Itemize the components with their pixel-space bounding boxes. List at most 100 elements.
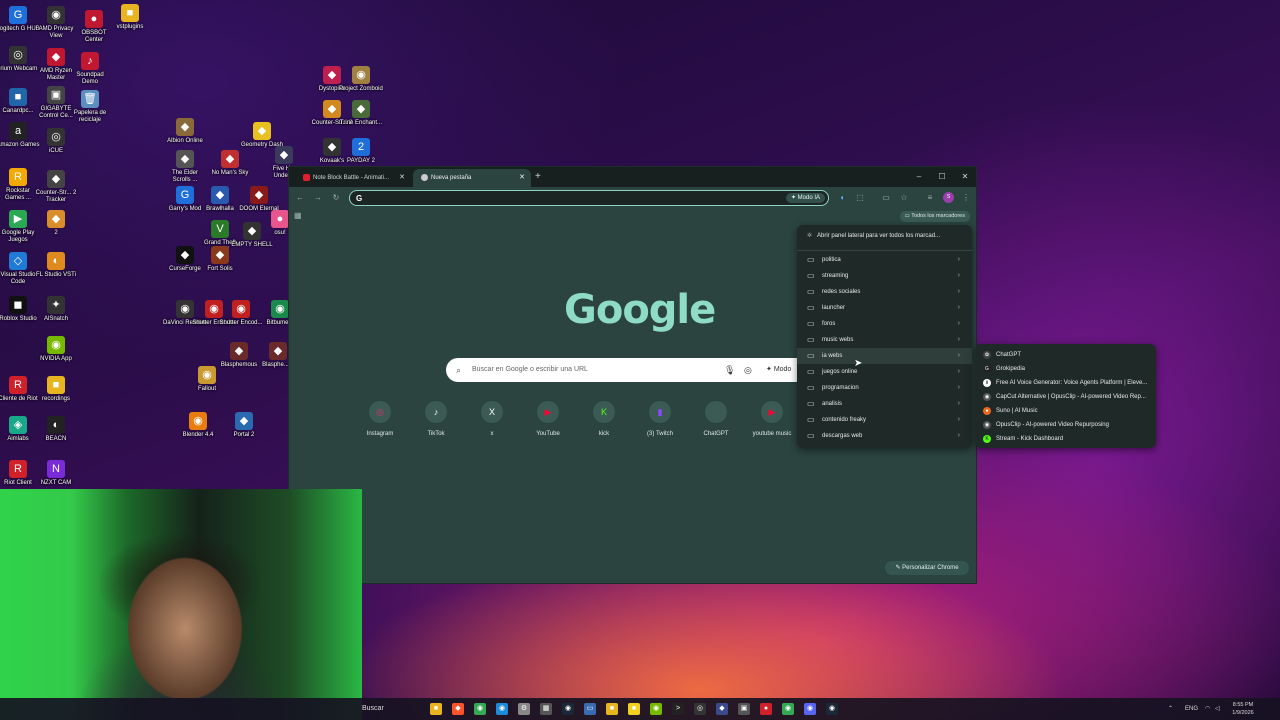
app-icon[interactable]: ▣ [738, 703, 750, 715]
cast-icon[interactable]: ▭ [879, 191, 893, 205]
screen-icon[interactable]: ▭ [584, 703, 596, 715]
bookmark-star-icon[interactable]: ☆ [897, 191, 911, 205]
shortcut-kick[interactable]: Kkick [576, 401, 632, 437]
minimize-icon[interactable]: – [911, 170, 927, 184]
tray-language[interactable]: ENG [1185, 698, 1198, 720]
apps-grid-icon[interactable]: ▦ [294, 211, 302, 220]
bookmark-link[interactable]: ◉ CapCut Alternative | OpusClip - AI-powe… [975, 390, 1156, 404]
settings-icon[interactable]: ⚙ [518, 703, 530, 715]
desktop-icon[interactable]: ◆ Portal 2 [222, 412, 266, 439]
menu-dots-icon[interactable]: ⋮ [959, 191, 973, 205]
desktop-icon[interactable]: ◉ Project Zomboid [339, 66, 383, 93]
modo-button[interactable]: ✦ Modo [766, 358, 791, 382]
folder-icon[interactable]: ■ [606, 703, 618, 715]
desktop-icon[interactable]: 🗑 Papelera de reciclaje [68, 90, 112, 124]
shortcut-tiktok[interactable]: ♪ TikTok [408, 401, 464, 437]
desktop-icon[interactable]: ◎ iCUE [34, 128, 78, 155]
shortcut-x[interactable]: Xx [464, 401, 520, 437]
tab-close-icon[interactable]: ✕ [399, 169, 405, 187]
reading-list-icon[interactable]: ≡ [923, 191, 937, 205]
back-icon[interactable]: ← [293, 191, 307, 205]
desktop-icon[interactable]: ◆ Trine Enchant... [339, 100, 383, 127]
new-tab-icon[interactable]: + [535, 170, 541, 184]
microphone-icon[interactable]: 🎙 [724, 358, 735, 382]
shortcut-instagram[interactable]: ◎ Instagram [352, 401, 408, 437]
bookmark-folder-descargas-web[interactable]: ▭ descargas web › [797, 428, 972, 444]
edge-icon[interactable]: ◉ [496, 703, 508, 715]
bookmark-folder-launcher[interactable]: ▭ launcher › [797, 300, 972, 316]
forward-icon[interactable]: → [311, 191, 325, 205]
open-side-panel-item[interactable]: ✲ Abrir panel lateral para ver todos los … [807, 232, 940, 240]
desktop-icon[interactable]: ◆ The Elder Scrolls ... [163, 150, 207, 184]
desktop-icon[interactable]: ◉ Shutter Encod... [219, 300, 263, 327]
desktop-icon[interactable]: ◆ No Man's Sky [208, 150, 252, 177]
bookmark-folder-streaming[interactable]: ▭ streaming › [797, 268, 972, 284]
desktop-icon[interactable]: ◆ Albion Online [163, 118, 207, 145]
close-window-icon[interactable]: ✕ [957, 170, 973, 184]
desktop-icon[interactable]: ◉ NVIDIA App [34, 336, 78, 363]
steam-icon[interactable]: ◉ [562, 703, 574, 715]
bookmark-folder-ia-webs[interactable]: ▭ ia webs › [797, 348, 972, 364]
google-lens-icon[interactable]: ◎ [744, 358, 752, 382]
bookmark-folder-juegos-online[interactable]: ▭ juegos online › [797, 364, 972, 380]
bookmark-folder-analisis[interactable]: ▭ analisis › [797, 396, 972, 412]
customize-chrome-button[interactable]: ✎ Personalizar Chrome [885, 561, 969, 575]
chrome-icon[interactable]: ◉ [474, 703, 486, 715]
desktop-icon[interactable]: ◆ DOOM Eternal [237, 186, 281, 213]
tab-close-icon[interactable]: ✕ [519, 169, 525, 187]
desktop-icon[interactable]: ♪ Soundpad Demo [68, 52, 112, 86]
bookmark-link[interactable]: ✿ ChatGPT [975, 348, 1156, 362]
volume-icon[interactable]: ◁ [1215, 698, 1220, 720]
vpn-icon[interactable]: ◆ [716, 703, 728, 715]
desktop-icon[interactable]: ■ recordings [34, 376, 78, 403]
bookmark-folder-contenido-freaky[interactable]: ▭ contenido freaky › [797, 412, 972, 428]
desktop-icon[interactable]: ◆ Blasphemous [217, 342, 261, 369]
bookmark-folder-foros[interactable]: ▭ foros › [797, 316, 972, 332]
obs-icon[interactable]: ◎ [694, 703, 706, 715]
bookmark-folder-politica[interactable]: ▭ politica › [797, 252, 972, 268]
all-bookmarks-button[interactable]: ▭ Todos los marcadores [899, 211, 970, 222]
desktop-icon[interactable]: ◆ Brawlhalla [198, 186, 242, 213]
bookmark-link[interactable]: Ⅱ Free AI Voice Generator: Voice Agents P… [975, 376, 1156, 390]
shortcut--3-twitch[interactable]: ▮ (3) Twitch [632, 401, 688, 437]
desktop-icon[interactable]: ◆ Geometry Dash [240, 122, 284, 149]
bookmark-folder-redes-sociales[interactable]: ▭ redes sociales › [797, 284, 972, 300]
clock[interactable]: 8:55 PM 1/9/2026 [1228, 701, 1258, 717]
desktop-icon[interactable]: ✦ AlSnatch [34, 296, 78, 323]
wifi-icon[interactable]: ◠ [1205, 698, 1210, 720]
bookmark-folder-music-webs[interactable]: ▭ music webs › [797, 332, 972, 348]
bookmark-folder-programacion[interactable]: ▭ programacion › [797, 380, 972, 396]
desktop-icon[interactable]: ◐ BEACN [34, 416, 78, 443]
shortcut-youtube-music[interactable]: ▶ youtube music [744, 401, 800, 437]
shortcut-youtube[interactable]: ▶ YouTube [520, 401, 576, 437]
desktop-icon[interactable]: ◆ 2 [34, 210, 78, 237]
desktop-icon[interactable]: ◆ Counter-Str... 2 Tracker [34, 170, 78, 204]
modo-ia-button[interactable]: ✦ Modo IA [785, 193, 825, 203]
maximize-icon[interactable]: ☐ [934, 170, 950, 184]
bookmark-link[interactable]: ● Suno | AI Music [975, 404, 1156, 418]
brave-icon[interactable]: ◆ [452, 703, 464, 715]
desktop-icon[interactable]: 2 PAYDAY 2 [339, 138, 383, 165]
desktop-icon[interactable]: ◐ FL Studio VSTi [34, 252, 78, 279]
terminal-icon[interactable]: > [672, 703, 684, 715]
tray-chevron-icon[interactable]: ⌃ [1168, 698, 1173, 720]
bookmark-link[interactable]: G Grokipedia [975, 362, 1156, 376]
calculator-icon[interactable]: ▦ [540, 703, 552, 715]
extensions-icon[interactable]: ⬚ [853, 191, 867, 205]
record-icon[interactable]: ● [760, 703, 772, 715]
chrome-active-icon[interactable]: ◉ [782, 703, 794, 715]
voice-search-icon[interactable]: ◖ [835, 191, 849, 205]
desktop-icon[interactable]: ◉ Fallout [185, 366, 229, 393]
nvidia-icon[interactable]: ◉ [650, 703, 662, 715]
bookmark-link[interactable]: ◉ OpusClip - AI-powered Video Repurposing [975, 418, 1156, 432]
tab-note-block-battle[interactable]: Note Block Battle - Animati... ✕ [295, 169, 411, 187]
desktop-icon[interactable]: ◆ Fort Solis [198, 246, 242, 273]
taskbar-search[interactable]: Buscar [362, 698, 384, 720]
steam2-icon[interactable]: ◉ [826, 703, 838, 715]
ntp-search-box[interactable]: ⌕ Buscar en Google o escribir una URL 🎙 … [446, 358, 826, 382]
desktop-icon[interactable]: N NZXT CAM [34, 460, 78, 487]
tab-nueva-pestana[interactable]: Nueva pestaña ✕ [413, 169, 531, 187]
desktop-icon[interactable]: ◆ EMPTY SHELL [230, 222, 274, 249]
desktop-icon[interactable]: ◉ Blender 4.4 [176, 412, 220, 439]
omnibox[interactable]: G ✦ Modo IA [349, 190, 829, 206]
